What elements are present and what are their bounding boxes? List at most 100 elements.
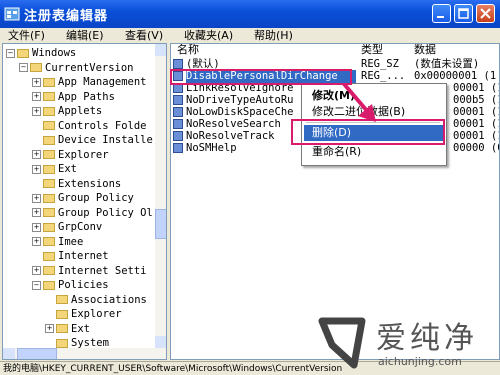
folder-icon [43, 106, 55, 116]
hscroll-thumb[interactable] [17, 348, 57, 359]
tree-item[interactable]: + GrpConv [32, 220, 102, 234]
folder-icon [43, 77, 55, 87]
tree-expander-icon[interactable]: + [32, 193, 41, 203]
tree-item[interactable]: − Windows [6, 46, 76, 60]
tree-item[interactable]: + Imee [32, 235, 83, 249]
tree-item-label: Policies [58, 279, 109, 291]
context-rename[interactable]: 重命名(R) [312, 145, 361, 159]
tree-item-label: Device Installe [58, 134, 153, 146]
watermark-logo-icon [318, 317, 366, 369]
tree-item-label: App Management [58, 76, 147, 88]
scroll-left-arrow[interactable] [3, 348, 15, 359]
tree-item-label: Group Policy [58, 192, 134, 204]
folder-icon [43, 92, 55, 101]
tree-item-label: Controls Folde [58, 119, 147, 132]
tree-item[interactable]: + Ext [32, 162, 77, 176]
tree-item-label: Internet [58, 250, 109, 262]
scroll-thumb[interactable] [155, 209, 166, 239]
tree-expander-icon[interactable]: − [32, 280, 41, 290]
tree-horizontal-scrollbar[interactable] [3, 348, 166, 359]
tree-item-label: Ext [58, 163, 77, 175]
close-button[interactable] [476, 4, 495, 23]
folder-icon [43, 179, 55, 188]
column-data-header[interactable]: 数据 [414, 44, 436, 56]
tree-expander-icon[interactable]: + [32, 222, 41, 232]
tree-expander-icon[interactable]: + [32, 208, 41, 217]
folder-icon [43, 237, 55, 246]
tree-item[interactable]: Extensions [32, 177, 121, 191]
tree-expander-icon[interactable]: − [19, 63, 28, 72]
scroll-down-arrow[interactable] [155, 336, 166, 348]
registry-editor-window: 注册表编辑器 文件(F) 编辑(E) 查看(V) 收藏夹(A) 帮助(H) − W… [0, 0, 500, 375]
tree-item[interactable]: + Group Policy Ol [32, 206, 153, 220]
folder-icon [43, 135, 55, 145]
tree-item-label: Associations [71, 293, 147, 306]
registry-value-icon [173, 107, 183, 117]
tree-item[interactable]: − CurrentVersion [19, 61, 134, 75]
tree-item-label: Windows [32, 47, 77, 59]
close-icon [480, 8, 491, 19]
scroll-up-arrow[interactable] [155, 44, 166, 56]
menu-edit[interactable]: 编辑(E) [66, 27, 104, 43]
maximize-button[interactable] [454, 4, 473, 23]
minimize-icon [437, 16, 444, 18]
tree-item[interactable]: + App Management [32, 75, 147, 89]
tree-item[interactable]: − Policies [32, 278, 109, 292]
tree-item[interactable]: + Group Policy [32, 191, 134, 205]
registry-value-icon [173, 119, 183, 129]
tree-expander-icon[interactable]: − [6, 48, 15, 58]
folder-icon [56, 309, 68, 319]
watermark-url: aichunjing.com [378, 355, 462, 368]
tree-expander-icon[interactable]: + [32, 106, 41, 116]
folder-icon [43, 280, 55, 290]
registry-value-icon [173, 95, 183, 105]
tree-item-label: Explorer [58, 148, 109, 161]
menu-bar: 文件(F) 编辑(E) 查看(V) 收藏夹(A) 帮助(H) [0, 28, 500, 42]
key-tree-pane[interactable]: − Windows − CurrentVersion + App Management + A… [2, 43, 167, 360]
tree-item[interactable]: Controls Folde [32, 119, 147, 133]
folder-icon [43, 222, 55, 232]
watermark-text: 爱纯净 [376, 321, 478, 356]
tree-item[interactable]: + Explorer [32, 148, 109, 162]
tree-expander-icon[interactable]: + [32, 77, 41, 87]
tree-expander-icon[interactable]: + [45, 324, 54, 333]
folder-icon [30, 63, 42, 72]
registry-value-icon [173, 59, 183, 69]
tree-expander-icon[interactable]: + [32, 266, 41, 275]
window-title: 注册表编辑器 [24, 9, 109, 24]
folder-icon [56, 295, 68, 304]
tree-expander-icon[interactable]: + [32, 237, 41, 246]
tree-expander-icon[interactable]: + [32, 164, 41, 174]
menu-favorites[interactable]: 收藏夹(A) [184, 27, 233, 43]
watermark: 爱纯净 aichunjing.com [312, 307, 500, 375]
tree-item-label: Explorer [71, 308, 122, 320]
tree-expander-icon[interactable]: + [32, 92, 41, 101]
tree-item-label: App Paths [58, 90, 115, 103]
status-path: 我的电脑\HKEY_CURRENT_USER\Software\Microsof… [3, 364, 343, 374]
tree-item[interactable]: Explorer [45, 307, 122, 321]
tree-item-label: Internet Setti [58, 264, 147, 277]
minimize-button[interactable] [432, 4, 451, 23]
folder-icon [43, 150, 55, 159]
folder-icon [17, 48, 29, 58]
folder-icon [56, 338, 68, 348]
tree-item[interactable]: Associations [45, 293, 147, 307]
folder-icon [43, 193, 55, 203]
tree-item[interactable]: Internet [32, 249, 109, 263]
menu-help[interactable]: 帮助(H) [254, 27, 293, 43]
column-name-header[interactable]: 名称 [177, 44, 199, 56]
tree-item[interactable]: + Ext [45, 322, 90, 336]
tree-vertical-scrollbar[interactable] [155, 44, 166, 348]
menu-file[interactable]: 文件(F) [8, 27, 45, 43]
tree-item[interactable]: + App Paths [32, 90, 115, 104]
tree-item[interactable]: + Applets [32, 104, 102, 118]
registry-value-icon [173, 131, 183, 141]
menu-view[interactable]: 查看(V) [125, 27, 163, 43]
tree-item-label: Extensions [58, 177, 122, 190]
tree-item-label: Group Policy Ol [58, 206, 153, 219]
tree-expander-icon[interactable]: + [32, 150, 41, 159]
title-bar[interactable]: 注册表编辑器 [0, 0, 500, 28]
tree-item[interactable]: Device Installe [32, 133, 153, 147]
tree-item[interactable]: + Internet Setti [32, 264, 147, 278]
column-type-header[interactable]: 类型 [361, 44, 383, 56]
